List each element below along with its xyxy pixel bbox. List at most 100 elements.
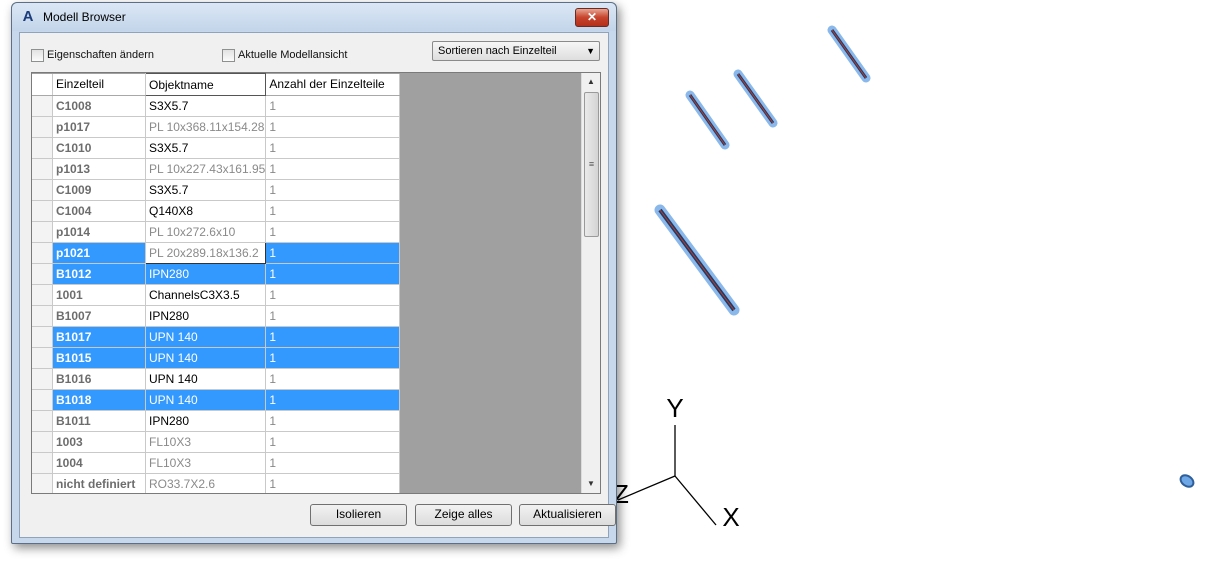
- cell-part[interactable]: 1004: [52, 452, 146, 474]
- row-header[interactable]: [32, 95, 53, 117]
- cell-part[interactable]: p1013: [52, 158, 146, 180]
- cell-count[interactable]: 1: [265, 95, 401, 117]
- cell-count[interactable]: 1: [265, 389, 401, 411]
- cell-count[interactable]: 1: [265, 326, 401, 348]
- table-row[interactable]: 1003 FL10X3 1: [32, 431, 401, 453]
- row-header[interactable]: [32, 431, 53, 453]
- scrollbar-thumb[interactable]: ≡: [584, 92, 599, 237]
- cell-object-name[interactable]: S3X5.7: [145, 95, 267, 117]
- row-header[interactable]: [32, 179, 53, 201]
- row-header[interactable]: [32, 137, 53, 159]
- model-member-4[interactable]: [654, 204, 740, 316]
- table-row[interactable]: p1021 PL 20x289.18x136.2 1: [32, 242, 401, 264]
- cell-count[interactable]: 1: [265, 452, 401, 474]
- cell-object-name[interactable]: PL 10x227.43x161.95: [145, 158, 267, 180]
- scroll-up-icon[interactable]: ▲: [582, 74, 600, 90]
- cell-part[interactable]: C1009: [52, 179, 146, 201]
- row-header[interactable]: [32, 368, 53, 390]
- cell-part[interactable]: C1008: [52, 95, 146, 117]
- table-row[interactable]: C1010 S3X5.7 1: [32, 137, 401, 159]
- checkbox-current-view-row[interactable]: Aktuelle Modellansicht: [222, 48, 347, 62]
- cell-part[interactable]: nicht definiert: [52, 473, 146, 493]
- cell-object-name[interactable]: UPN 140: [145, 347, 267, 369]
- row-header[interactable]: [32, 221, 53, 243]
- title-bar[interactable]: A Modell Browser ✕: [12, 3, 616, 31]
- model-member-2[interactable]: [733, 69, 778, 128]
- cell-part[interactable]: p1017: [52, 116, 146, 138]
- checkbox-properties[interactable]: [31, 48, 44, 62]
- cell-count[interactable]: 1: [265, 242, 401, 264]
- table-row[interactable]: B1012 IPN280 1: [32, 263, 401, 285]
- row-header[interactable]: [32, 158, 53, 180]
- cell-object-name[interactable]: IPN280: [145, 305, 267, 327]
- table-row[interactable]: p1013 PL 10x227.43x161.95 1: [32, 158, 401, 180]
- cell-count[interactable]: 1: [265, 431, 401, 453]
- cell-object-name[interactable]: UPN 140: [145, 389, 267, 411]
- cell-count[interactable]: 1: [265, 221, 401, 243]
- cell-count[interactable]: 1: [265, 410, 401, 432]
- cell-count[interactable]: 1: [265, 347, 401, 369]
- cell-object-name[interactable]: PL 20x289.18x136.2: [144, 242, 267, 264]
- model-member-1[interactable]: [827, 25, 871, 83]
- cell-object-name[interactable]: FL10X3: [145, 431, 267, 453]
- cell-count[interactable]: 1: [265, 179, 401, 201]
- cell-part[interactable]: p1014: [52, 221, 146, 243]
- row-header[interactable]: [32, 116, 53, 138]
- cell-count[interactable]: 1: [265, 473, 401, 493]
- column-header-object-name[interactable]: Objektname: [144, 73, 267, 96]
- table-row[interactable]: C1004 Q140X8 1: [32, 200, 401, 222]
- cell-part[interactable]: B1016: [52, 368, 146, 390]
- row-header[interactable]: [32, 242, 53, 264]
- table-row[interactable]: B1017 UPN 140 1: [32, 326, 401, 348]
- refresh-button[interactable]: Aktualisieren: [519, 504, 616, 526]
- cell-part[interactable]: B1011: [52, 410, 146, 432]
- row-header[interactable]: [32, 473, 53, 493]
- cell-part[interactable]: C1010: [52, 137, 146, 159]
- cell-object-name[interactable]: UPN 140: [145, 368, 267, 390]
- column-header-count[interactable]: Anzahl der Einzelteile: [265, 73, 401, 96]
- row-header[interactable]: [32, 326, 53, 348]
- cell-object-name[interactable]: Q140X8: [145, 200, 267, 222]
- row-header[interactable]: [32, 347, 53, 369]
- cell-count[interactable]: 1: [265, 284, 401, 306]
- row-header[interactable]: [32, 305, 53, 327]
- cell-count[interactable]: 1: [265, 263, 401, 285]
- cell-part[interactable]: 1003: [52, 431, 146, 453]
- cell-object-name[interactable]: S3X5.7: [145, 179, 267, 201]
- table-row[interactable]: 1001 ChannelsC3X3.5 1: [32, 284, 401, 306]
- table-row[interactable]: B1015 UPN 140 1: [32, 347, 401, 369]
- vertical-scrollbar[interactable]: ▲ ≡ ▼: [581, 73, 600, 493]
- cell-part[interactable]: C1004: [52, 200, 146, 222]
- checkbox-current-view[interactable]: [222, 48, 235, 62]
- cell-part[interactable]: B1015: [52, 347, 146, 369]
- row-header[interactable]: [32, 284, 53, 306]
- parts-grid[interactable]: Einzelteil Objektname Anzahl der Einzelt…: [31, 72, 601, 494]
- checkbox-properties-row[interactable]: Eigenschaften ändern: [31, 48, 154, 62]
- cell-object-name[interactable]: S3X5.7: [145, 137, 267, 159]
- table-row[interactable]: p1017 PL 10x368.11x154.28 1: [32, 116, 401, 138]
- cell-object-name[interactable]: PL 10x272.6x10: [145, 221, 267, 243]
- table-row[interactable]: B1016 UPN 140 1: [32, 368, 401, 390]
- cell-object-name[interactable]: ChannelsC3X3.5: [145, 284, 267, 306]
- row-header[interactable]: [32, 389, 53, 411]
- row-header[interactable]: [32, 263, 53, 285]
- cell-object-name[interactable]: PL 10x368.11x154.28: [145, 116, 267, 138]
- cell-count[interactable]: 1: [265, 305, 401, 327]
- cell-object-name[interactable]: IPN280: [145, 410, 267, 432]
- column-header-part[interactable]: Einzelteil: [52, 73, 146, 96]
- cell-object-name[interactable]: UPN 140: [145, 326, 267, 348]
- model-member-3[interactable]: [685, 90, 730, 150]
- cell-part[interactable]: B1012: [52, 263, 146, 285]
- cell-part[interactable]: B1017: [52, 326, 146, 348]
- row-header-corner[interactable]: [32, 73, 53, 96]
- cell-part[interactable]: B1018: [52, 389, 146, 411]
- isolate-button[interactable]: Isolieren: [310, 504, 407, 526]
- cell-count[interactable]: 1: [265, 200, 401, 222]
- table-row[interactable]: B1007 IPN280 1: [32, 305, 401, 327]
- row-header[interactable]: [32, 410, 53, 432]
- cell-part[interactable]: p1021: [52, 242, 146, 264]
- table-row[interactable]: 1004 FL10X3 1: [32, 452, 401, 474]
- table-row[interactable]: C1008 S3X5.7 1: [32, 95, 401, 117]
- close-button[interactable]: ✕: [575, 8, 609, 27]
- cell-object-name[interactable]: IPN280: [145, 263, 267, 285]
